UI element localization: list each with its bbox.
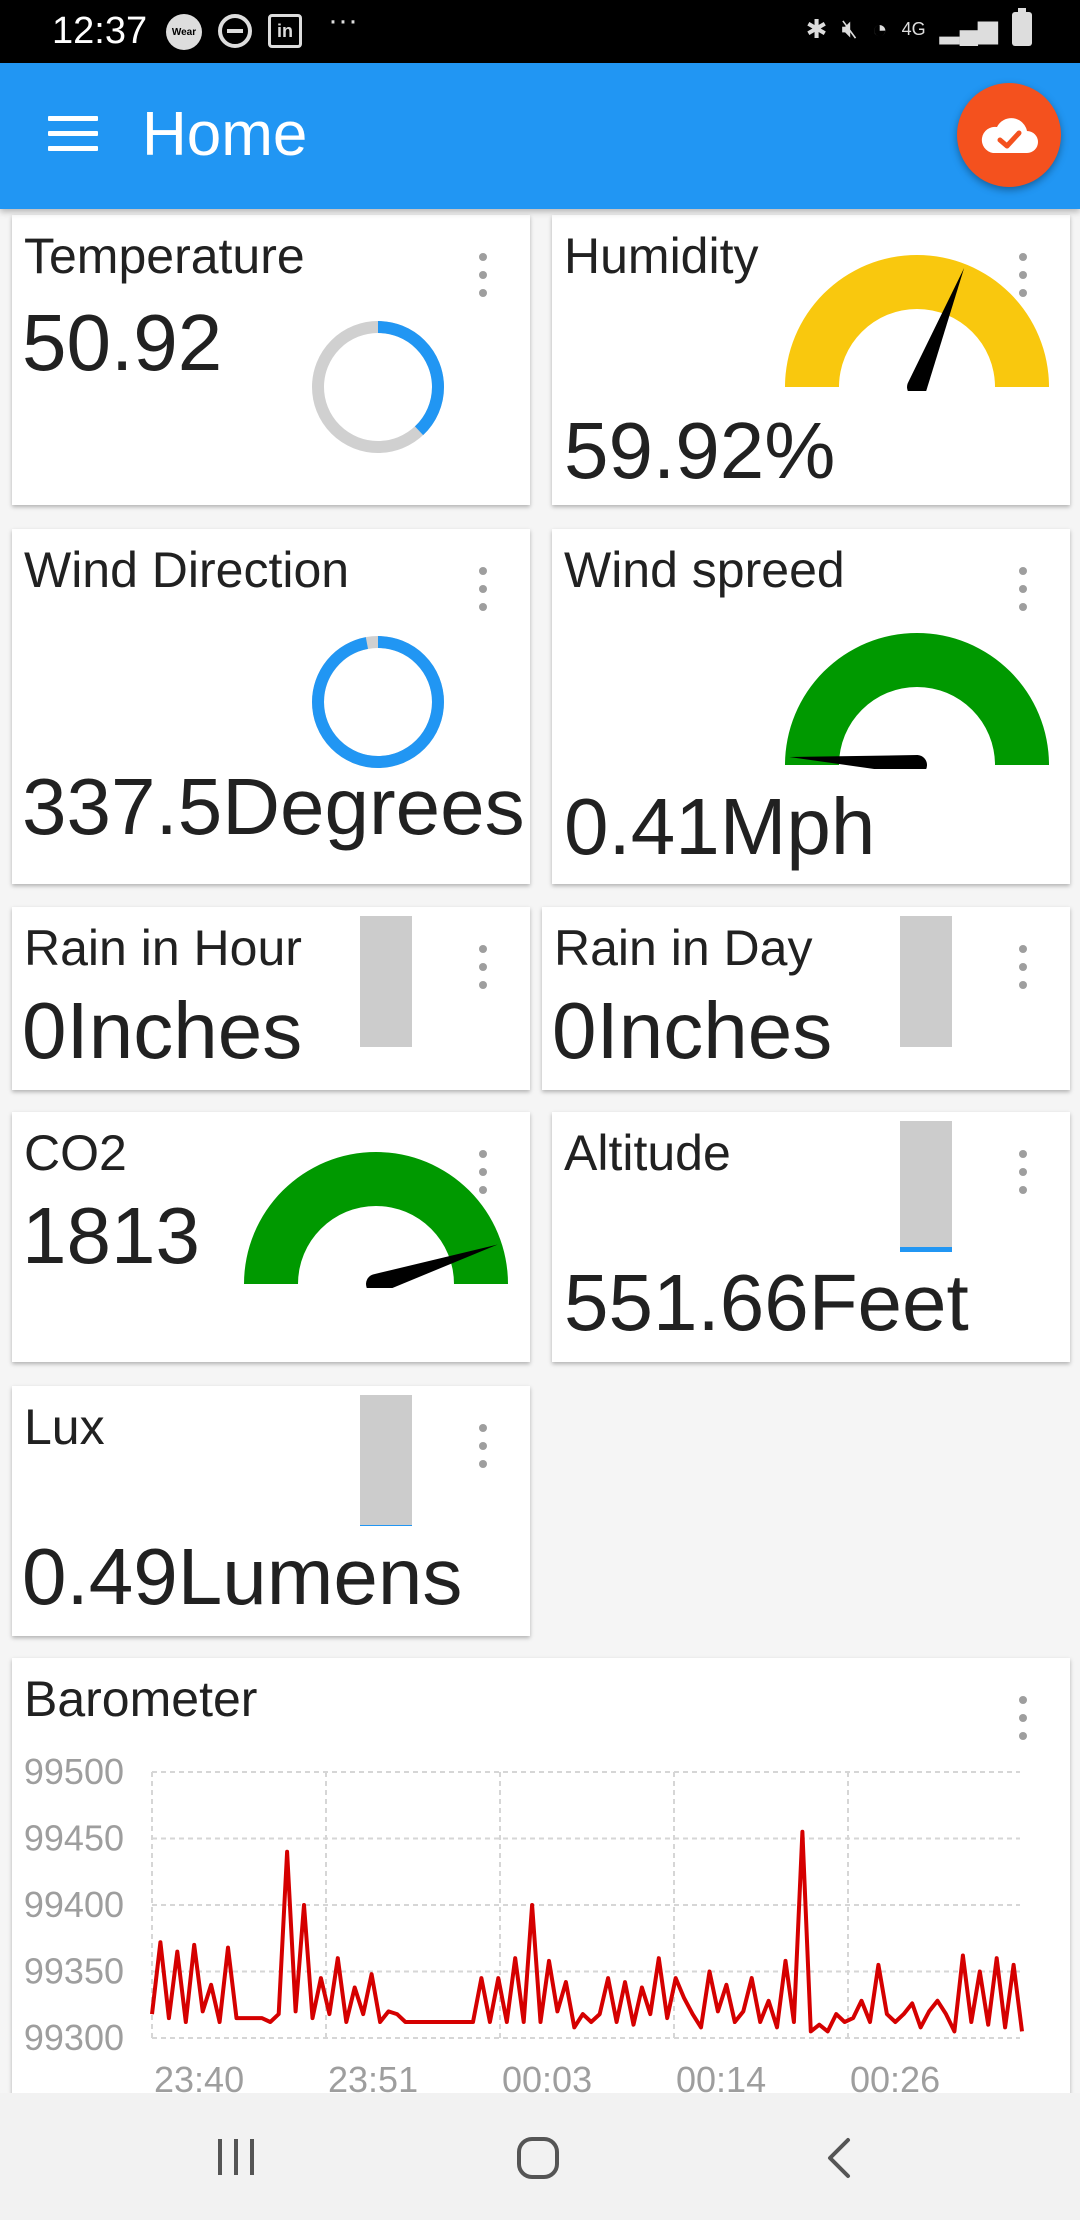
page-title: Home [142, 100, 308, 169]
humidity-value: 59.92% [564, 406, 836, 495]
humidity-gauge [785, 255, 1049, 391]
y-tick-label: 99500 [24, 1751, 124, 1792]
cloud-check-icon [981, 118, 1038, 153]
y-tick-label: 99400 [24, 1884, 124, 1925]
barometer-series-line [150, 1829, 1024, 2034]
temperature-card[interactable]: Temperature 50.92 [12, 215, 530, 505]
co2-menu-icon[interactable] [478, 1150, 488, 1194]
co2-card[interactable]: CO2 1813 [12, 1112, 530, 1362]
status-right: ✱ 🔇︎ ◔ 4G ▂▄▆ [805, 8, 1032, 46]
rain-hour-card[interactable]: Rain in Hour 0Inches [12, 907, 530, 1090]
wind-speed-card[interactable]: Wind spreed 0.41Mph [552, 529, 1070, 884]
humidity-card[interactable]: Humidity 59.92% [552, 215, 1070, 505]
wind-speed-title: Wind spreed [564, 542, 845, 598]
navigation-bar [0, 2093, 1080, 2220]
lux-menu-icon[interactable] [478, 1424, 488, 1468]
wifi-icon: ◔ [871, 13, 888, 44]
altitude-bar [900, 1121, 952, 1252]
lux-title: Lux [24, 1399, 105, 1455]
humidity-menu-icon[interactable] [1018, 253, 1028, 297]
y-tick-label: 99300 [24, 2017, 124, 2058]
y-tick-label: 99350 [24, 1951, 124, 1992]
altitude-value: 551.66Feet [564, 1258, 969, 1347]
wind-direction-ring [312, 636, 444, 768]
temperature-title: Temperature [24, 228, 305, 284]
rain-hour-bar [360, 916, 412, 1047]
wind-speed-menu-icon[interactable] [1018, 567, 1028, 611]
humidity-title: Humidity [564, 228, 759, 284]
wind-direction-card[interactable]: Wind Direction 337.5Degrees [12, 529, 530, 884]
lux-value: 0.49Lumens [22, 1532, 463, 1621]
more-dots-icon: ··· [328, 4, 358, 37]
rain-hour-value: 0Inches [22, 986, 303, 1075]
wind-direction-title: Wind Direction [24, 542, 350, 598]
rain-day-menu-icon[interactable] [1018, 945, 1028, 989]
gauge-arc [785, 633, 1049, 765]
rain-hour-menu-icon[interactable] [478, 945, 488, 989]
temperature-ring [312, 321, 444, 453]
co2-value: 1813 [22, 1191, 200, 1280]
altitude-menu-icon[interactable] [1018, 1150, 1028, 1194]
network-type: 4G [901, 18, 926, 39]
lux-bar [360, 1395, 412, 1526]
temperature-menu-icon[interactable] [478, 253, 488, 297]
battery-icon [1012, 8, 1032, 46]
wind-speed-value: 0.41Mph [564, 782, 876, 871]
barometer-card[interactable]: Barometer 99500 99450 99400 99350 99300 23:40… [12, 1658, 1070, 2098]
altitude-title: Altitude [564, 1125, 731, 1181]
gauge-arc [244, 1152, 508, 1284]
rain-day-title: Rain in Day [554, 920, 813, 976]
lux-bar-fill [360, 1524, 412, 1526]
altitude-bar-fill [900, 1246, 952, 1252]
rain-day-bar [900, 916, 952, 1047]
mute-icon: 🔇︎ [841, 13, 858, 43]
signal-icon: ▂▄▆ [939, 13, 998, 44]
y-tick-label: 99450 [24, 1818, 124, 1859]
back-icon[interactable] [824, 2137, 854, 2179]
app-bar: Home [0, 63, 1080, 209]
rain-day-value: 0Inches [552, 986, 833, 1075]
rain-day-card[interactable]: Rain in Day 0Inches [542, 907, 1070, 1090]
wind-direction-menu-icon[interactable] [478, 567, 488, 611]
lux-card[interactable]: Lux 0.49Lumens [12, 1386, 530, 1636]
recent-apps-icon[interactable] [214, 2137, 258, 2177]
cloud-sync-button[interactable] [957, 83, 1061, 187]
wind-speed-gauge [785, 633, 1049, 769]
home-icon[interactable] [515, 2135, 561, 2181]
bluetooth-icon: ✱ [805, 13, 828, 44]
status-bar: 12:37 Wear in ··· ✱ 🔇︎ ◔ 4G ▂▄▆ [0, 0, 1080, 63]
ring-progress [312, 636, 444, 768]
rain-hour-title: Rain in Hour [24, 920, 302, 976]
temperature-value: 50.92 [22, 298, 223, 387]
hamburger-menu-icon[interactable] [48, 116, 98, 156]
altitude-card[interactable]: Altitude 551.66Feet [552, 1112, 1070, 1362]
barometer-chart: 995009945099400993509930023:40 23:51 00:03… [24, 1751, 1024, 2098]
co2-gauge [244, 1152, 508, 1288]
linkedin-icon: in [268, 14, 302, 48]
do-not-disturb-icon [218, 14, 252, 48]
wear-os-icon: Wear [166, 14, 202, 50]
status-time: 12:37 [52, 10, 148, 52]
co2-title: CO2 [24, 1125, 127, 1181]
